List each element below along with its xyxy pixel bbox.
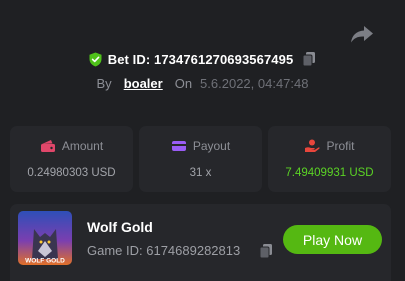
bet-id: Bet ID: 1734761270693567495 xyxy=(107,51,294,67)
stat-card-profit: Profit 7.49409931 USD xyxy=(268,126,391,192)
verified-shield-icon xyxy=(89,52,102,66)
by-label: By xyxy=(96,76,112,91)
copy-game-id-icon[interactable] xyxy=(259,243,273,259)
copy-icon[interactable] xyxy=(302,51,316,67)
card-icon xyxy=(171,141,186,151)
bet-stats: Amount 0.24980303 USD Payout 31 x Profit… xyxy=(10,126,391,192)
share-icon[interactable] xyxy=(350,24,374,44)
payout-label: Payout xyxy=(192,139,231,153)
hand-coin-icon xyxy=(305,139,321,152)
thumbnail-logo-text: WOLF GOLD xyxy=(25,258,65,265)
stat-card-amount: Amount 0.24980303 USD xyxy=(10,126,133,192)
game-title[interactable]: Wolf Gold xyxy=(87,219,153,235)
bet-date: 5.6.2022, 04:47:48 xyxy=(200,76,309,91)
amount-label: Amount xyxy=(61,139,104,153)
on-label: On xyxy=(174,76,193,91)
game-card: WOLF GOLD Wolf Gold Game ID: 61746892828… xyxy=(10,204,391,281)
wallet-icon xyxy=(40,140,55,152)
bet-id-row: Bet ID: 1734761270693567495 xyxy=(0,51,405,67)
amount-value: 0.24980303 USD xyxy=(27,167,116,179)
game-thumbnail[interactable]: WOLF GOLD xyxy=(18,211,72,265)
game-id: Game ID: 6174689282813 xyxy=(87,243,241,258)
payout-value: 31 x xyxy=(189,167,212,179)
profit-value: 7.49409931 USD xyxy=(285,167,374,179)
profit-label: Profit xyxy=(326,139,355,153)
username-link[interactable]: boaler xyxy=(124,76,163,91)
bet-meta-row: By boaler On 5.6.2022, 04:47:48 xyxy=(0,76,405,91)
stat-card-payout: Payout 31 x xyxy=(139,126,262,192)
play-now-button[interactable]: Play Now xyxy=(283,225,382,254)
